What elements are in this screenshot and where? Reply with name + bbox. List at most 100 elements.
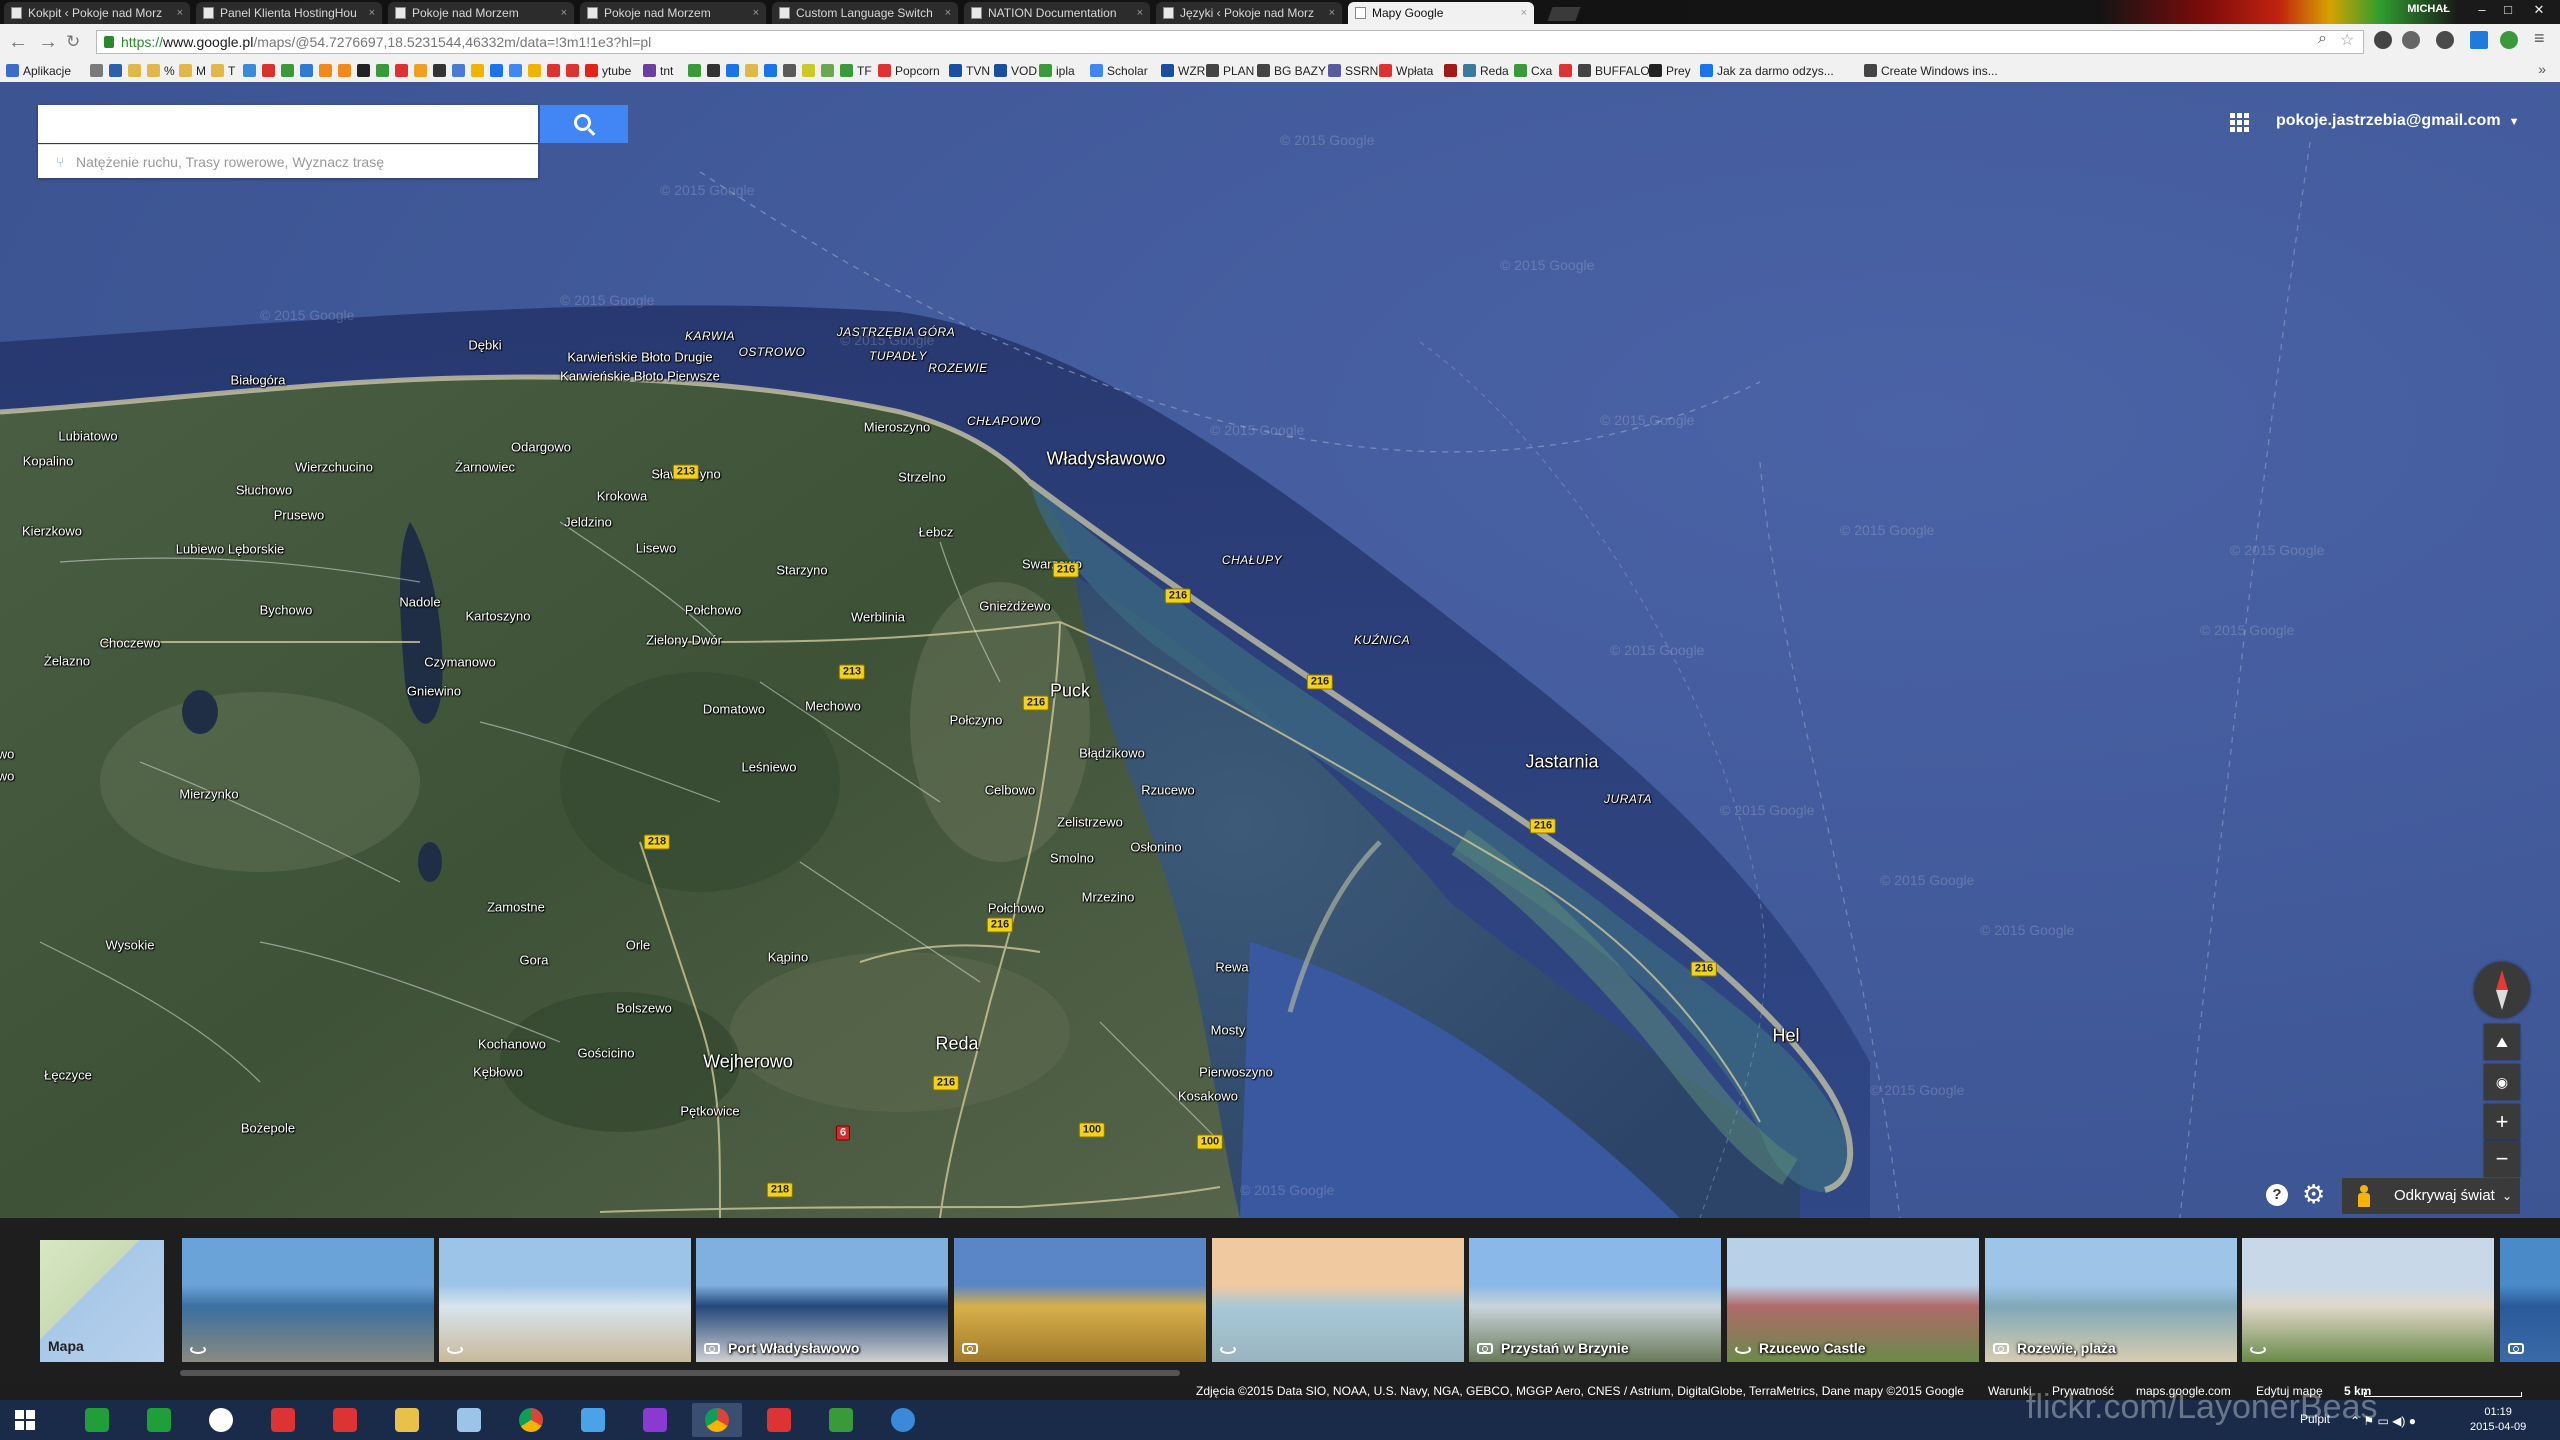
place-label[interactable]: Bolszewo <box>616 1001 672 1016</box>
bookmark-item[interactable]: M <box>179 63 206 79</box>
place-label[interactable]: Mieroszyno <box>864 420 930 435</box>
bookmark-item[interactable] <box>281 63 298 79</box>
place-label[interactable]: Gniewino <box>407 684 461 699</box>
weather-icon[interactable] <box>568 1403 618 1437</box>
place-label[interactable]: Słuchowo <box>236 483 292 498</box>
place-label[interactable]: Zielony Dwór <box>646 633 722 648</box>
place-label[interactable]: Dębki <box>468 338 501 353</box>
bookmark-item[interactable]: Create Windows ins... <box>1864 63 1998 79</box>
bookmark-item[interactable]: TF <box>840 63 872 79</box>
bookmark-item[interactable]: VOD <box>994 63 1037 79</box>
place-label[interactable]: Mrzezino <box>1082 890 1135 905</box>
tab-5[interactable]: Custom Language Switch × <box>772 2 958 24</box>
tool-icon[interactable] <box>754 1403 804 1437</box>
place-label[interactable]: Żarnowiec <box>455 460 515 475</box>
place-label[interactable]: Połchowo <box>988 901 1044 916</box>
bookmark-item[interactable] <box>490 63 507 79</box>
ie-icon[interactable] <box>878 1403 928 1437</box>
search-input[interactable] <box>48 105 532 143</box>
explore-world-button[interactable]: Odkrywaj świat ⌄ <box>2342 1178 2520 1214</box>
place-label[interactable]: Starzyno <box>776 563 827 578</box>
tab-2[interactable]: Panel Klienta HostingHou × <box>196 2 382 24</box>
place-label[interactable]: Gościcino <box>577 1046 634 1061</box>
bookmark-item[interactable] <box>745 63 762 79</box>
bookmark-item[interactable]: WZR <box>1161 63 1205 79</box>
explorer-icon[interactable] <box>382 1403 432 1437</box>
bookmark-item[interactable]: Aplikacje <box>6 63 71 79</box>
place-label[interactable]: Żelazno <box>44 654 90 669</box>
bookmark-item[interactable] <box>471 63 488 79</box>
bookmark-item[interactable]: Prey <box>1649 63 1691 79</box>
place-label[interactable]: Osłonino <box>1130 840 1181 855</box>
place-label[interactable]: Pętkowice <box>680 1104 739 1119</box>
place-label[interactable]: Jeldzino <box>564 515 612 530</box>
place-label[interactable]: Mosty <box>1211 1023 1246 1038</box>
extension-icon[interactable] <box>2500 31 2518 49</box>
bookmark-item[interactable] <box>414 63 431 79</box>
system-clock[interactable]: 01:19 2015-04-09 <box>2470 1405 2526 1435</box>
bookmark-item[interactable]: ytube <box>585 63 631 79</box>
place-label[interactable]: JURATA <box>1604 792 1652 806</box>
photo-thumbnail[interactable] <box>439 1238 691 1362</box>
utorrent-icon[interactable] <box>816 1403 866 1437</box>
bookmark-item[interactable]: Jak za darmo odzys... <box>1700 63 1834 79</box>
filmstrip-scrollbar[interactable] <box>180 1370 1180 1376</box>
extension-icon[interactable] <box>2436 31 2454 49</box>
place-label[interactable]: Werblinia <box>851 610 905 625</box>
place-label[interactable]: Rzucewo <box>1141 783 1194 798</box>
place-label[interactable]: Wysokie <box>105 938 154 953</box>
place-label[interactable]: Reda <box>935 1034 978 1055</box>
place-label[interactable]: Lubiewo Lęborskie <box>176 542 284 557</box>
tab-close-icon[interactable]: × <box>1329 2 1335 24</box>
bookmark-item[interactable]: BG BAZY <box>1257 63 1326 79</box>
account-menu[interactable]: pokoje.jastrzebia@gmail.com ▼ <box>2276 112 2519 130</box>
bookmark-item[interactable] <box>783 63 800 79</box>
bookmark-item[interactable]: Scholar <box>1090 63 1148 79</box>
place-label[interactable]: Kosakowo <box>1178 1089 1238 1104</box>
place-label[interactable]: Odargowo <box>511 440 571 455</box>
search-suggestion[interactable]: ⑂ Natężenie ruchu, Trasy rowerowe, Wyzna… <box>38 144 538 178</box>
place-label[interactable]: Gnieżdżewo <box>979 599 1051 614</box>
zoom-out-button[interactable]: − <box>2484 1141 2520 1177</box>
place-label[interactable]: KARWIA <box>685 329 735 343</box>
settings-gear-icon[interactable]: ⚙ <box>2302 1181 2325 1207</box>
place-label[interactable]: Gora <box>520 953 549 968</box>
place-label[interactable]: Kąpino <box>768 950 808 965</box>
menu-icon[interactable]: ≡ <box>2534 28 2545 49</box>
place-label[interactable]: wo <box>0 747 14 762</box>
bookmark-item[interactable] <box>128 63 145 79</box>
place-label[interactable]: Pierwoszyno <box>1199 1065 1273 1080</box>
bookmark-item[interactable] <box>802 63 819 79</box>
place-label[interactable]: Bychowo <box>260 603 313 618</box>
bookmarks-more[interactable]: » <box>2538 61 2546 77</box>
tab-4[interactable]: Pokoje nad Morzem × <box>580 2 766 24</box>
place-label[interactable]: Puck <box>1050 681 1090 702</box>
bookmark-item[interactable] <box>528 63 545 79</box>
bookmark-item[interactable] <box>726 63 743 79</box>
help-icon[interactable]: ? <box>2266 1184 2288 1206</box>
bookmark-item[interactable] <box>376 63 393 79</box>
chrome-active-icon[interactable] <box>692 1403 742 1437</box>
bookmark-item[interactable] <box>357 63 374 79</box>
close-icon[interactable]: ✕ <box>2522 1 2556 19</box>
bookmark-item[interactable] <box>1559 63 1576 79</box>
place-label[interactable]: CHAŁUPY <box>1222 553 1282 567</box>
new-tab-button[interactable] <box>1547 7 1581 21</box>
place-label[interactable]: Hel <box>1772 1026 1799 1047</box>
place-label[interactable]: Kopalino <box>23 454 74 469</box>
bookmark-item[interactable] <box>90 63 107 79</box>
place-label[interactable]: Łęczyce <box>44 1068 92 1083</box>
back-icon[interactable]: ← <box>8 31 28 53</box>
place-label[interactable]: Mechowo <box>805 699 861 714</box>
place-label[interactable]: Połczyno <box>950 713 1003 728</box>
search-app-icon[interactable] <box>630 1403 680 1437</box>
bookmark-item[interactable] <box>262 63 279 79</box>
search-icon[interactable]: ⌕ <box>2318 30 2327 48</box>
place-label[interactable]: ROZEWIE <box>928 361 988 375</box>
extension-icon[interactable] <box>2374 31 2392 49</box>
bookmark-item[interactable]: tnt <box>643 63 673 79</box>
place-label[interactable]: Połchowo <box>685 603 741 618</box>
place-label[interactable]: Kierzkowo <box>22 524 82 539</box>
place-label[interactable]: Jastarnia <box>1525 752 1598 773</box>
photo-thumbnail[interactable]: Port Władysławowo <box>696 1238 948 1362</box>
